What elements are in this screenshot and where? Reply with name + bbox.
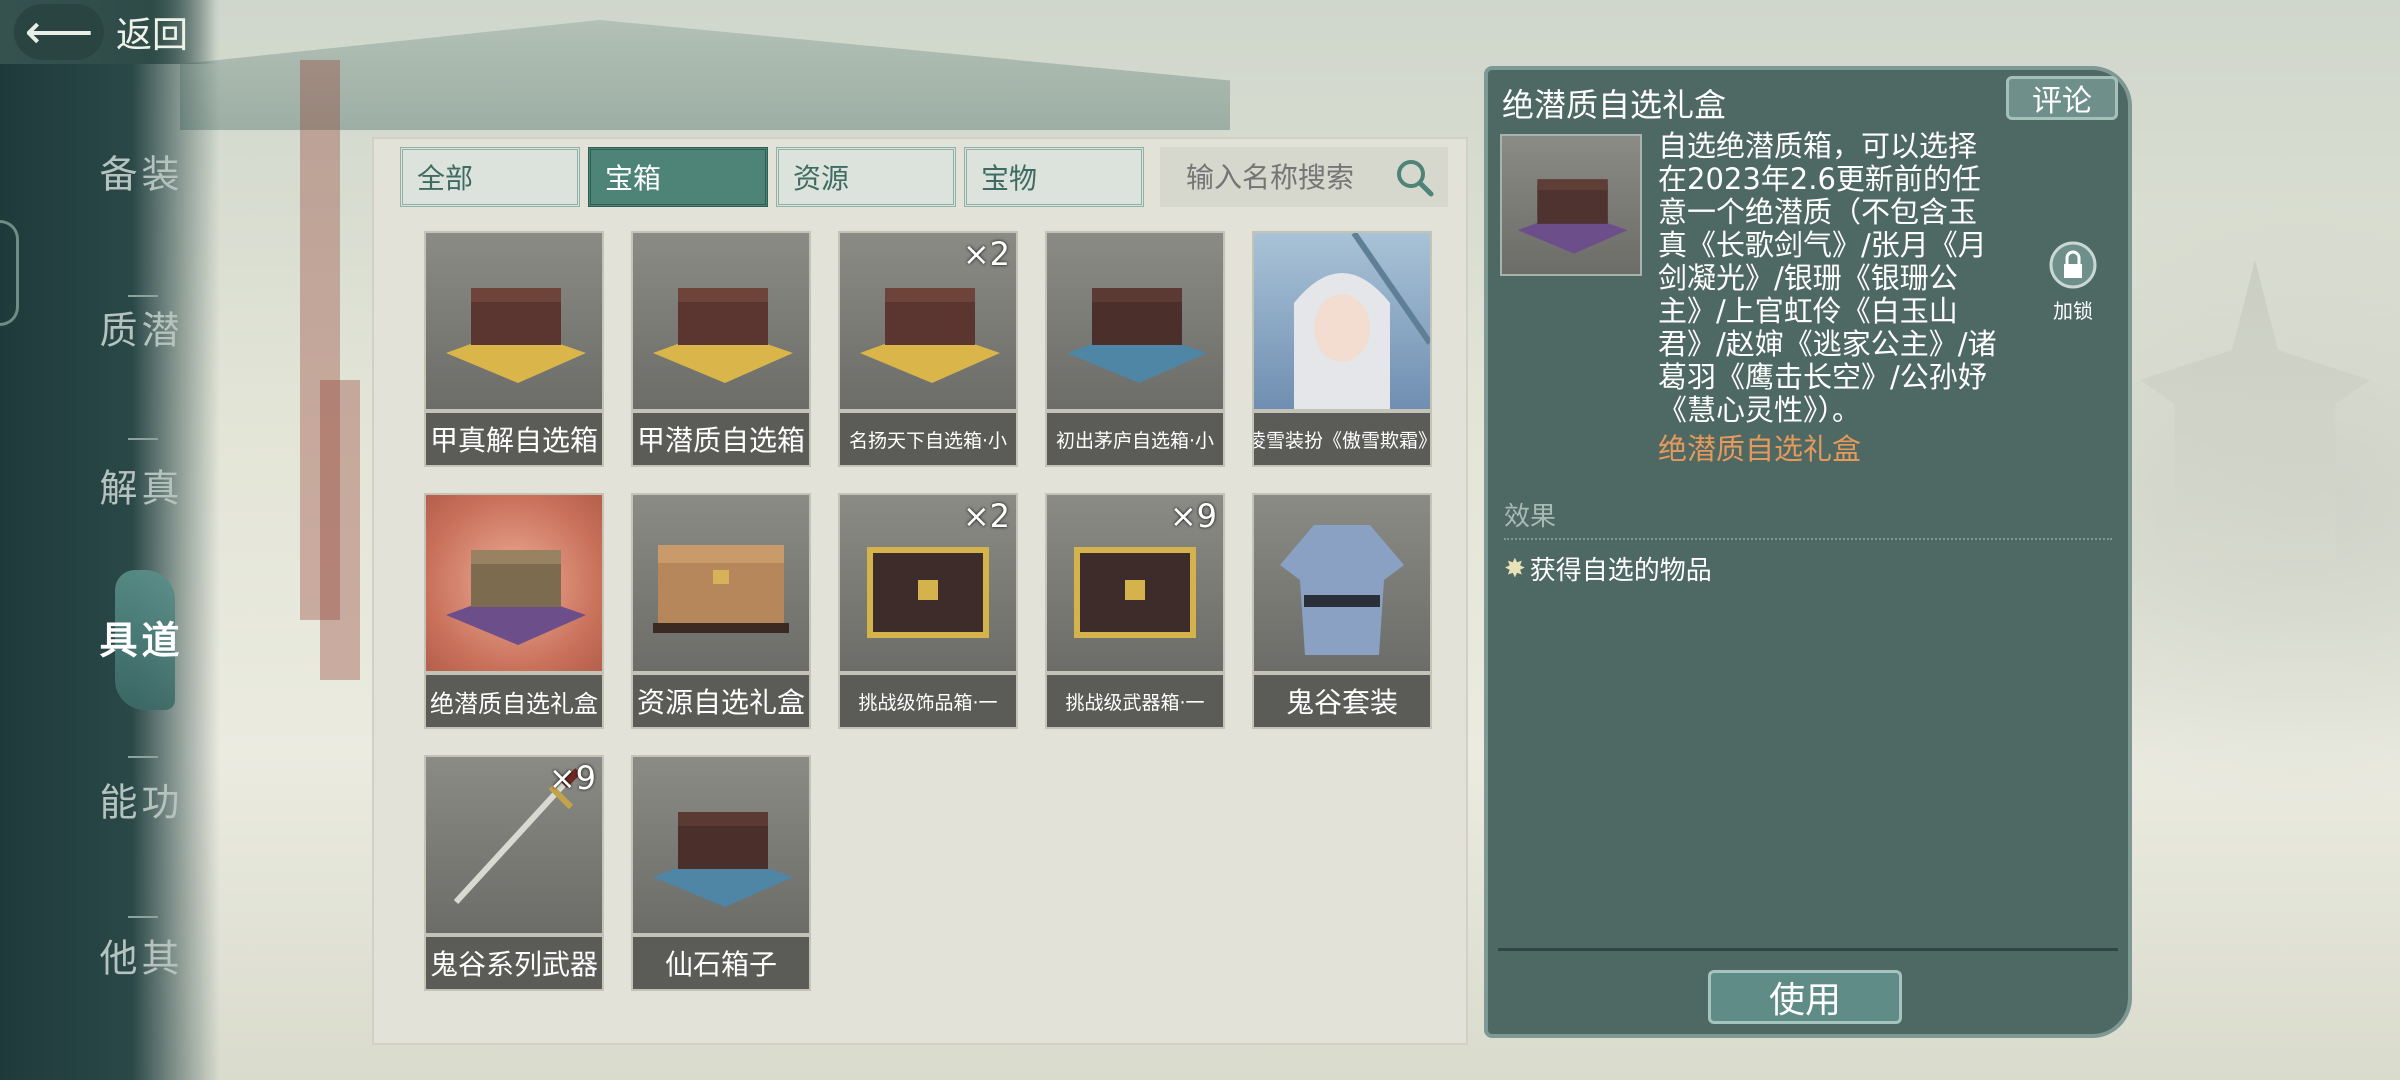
item-source-link[interactable]: 绝潜质自选礼盒 [1658,426,1861,468]
divider [128,438,158,440]
purple-cloth-gift-box-icon [424,493,604,673]
quantity-badge: ×9 [548,759,596,797]
item-card[interactable]: ×2 挑战级饰品箱·一 [838,493,1018,743]
item-name: 资源自选礼盒 [631,673,811,729]
item-card[interactable]: ×9 挑战级武器箱·一 [1045,493,1225,743]
use-button[interactable]: 使用 [1708,970,1902,1024]
item-name: 甲潜质自选箱 [631,411,811,467]
item-name: 绝潜质自选礼盒 [424,673,604,729]
item-card[interactable]: 资源自选礼盒 [631,493,811,743]
gold-cloth-chest-icon [424,231,604,411]
item-name: 名扬天下自选箱·小 [838,411,1018,467]
inventory-panel: 全部 宝箱 资源 宝物 甲真解自选箱 甲潜质自选箱 ×2 名扬天下自选箱·小 初… [372,137,1468,1045]
lock-toggle[interactable]: 加锁 [2038,240,2108,324]
item-card[interactable]: 甲真解自选箱 [424,231,604,481]
effect-text: 获得自选的物品 [1529,556,1712,586]
item-card[interactable]: 仙石箱子 [631,755,811,1005]
divider [128,756,158,758]
blue-cloth-chest-icon [631,755,811,935]
effect-row: ✸ 获得自选的物品 [1504,550,1712,587]
item-name: 凌雪装扮《傲雪欺霜》 [1252,411,1432,467]
divider [128,295,158,297]
lock-label: 加锁 [2053,299,2093,323]
item-description: 自选绝潜质箱，可以选择在2023年2.6更新前的任意一个绝潜质（不包含玉真《长歌… [1658,129,1997,427]
quantity-badge: ×2 [962,235,1010,273]
item-name: 挑战级武器箱·一 [1045,673,1225,729]
item-card[interactable]: 甲潜质自选箱 [631,231,811,481]
side-item-equipment[interactable]: 装备 [93,154,179,192]
divider [1498,948,2118,951]
quantity-badge: ×9 [1169,497,1217,535]
item-card[interactable]: ×2 名扬天下自选箱·小 [838,231,1018,481]
search-input[interactable] [1184,159,1388,195]
lock-icon [2049,241,2097,289]
item-name: 挑战级饰品箱·一 [838,673,1018,729]
item-detail-panel: 绝潜质自选礼盒 评论 自选绝潜质箱，可以选择在2023年2.6更新前的任意一个绝… [1484,66,2132,1038]
item-card[interactable]: ×9 鬼谷系列武器 [424,755,604,1005]
sparkle-icon: ✸ [1504,553,1526,584]
item-card[interactable]: 凌雪装扮《傲雪欺霜》 [1252,231,1433,481]
item-name: 鬼谷系列武器 [424,935,604,991]
side-item-potential[interactable]: 潜质 [93,310,179,348]
item-card-selected[interactable]: 绝潜质自选礼盒 [424,493,604,743]
robe-icon [1252,493,1432,673]
tab-chest[interactable]: 宝箱 [588,147,768,207]
detail-title: 绝潜质自选礼盒 [1502,86,1727,124]
item-name: 甲真解自选箱 [424,411,604,467]
character-portrait-icon [1252,231,1433,411]
side-item-function[interactable]: 功能 [93,782,179,820]
purple-cloth-gift-box-icon [1500,134,1642,276]
divider [128,916,158,918]
divider [1504,538,2112,540]
side-item-other[interactable]: 其他 [93,938,179,976]
item-name: 仙石箱子 [631,935,811,991]
tab-treasure[interactable]: 宝物 [964,147,1144,207]
back-label[interactable]: 返回 [116,6,188,58]
back-bar: ⟵ 返回 [0,0,215,64]
back-arrow-icon[interactable]: ⟵ [14,4,104,60]
item-card[interactable]: 鬼谷套装 [1252,493,1432,743]
comment-button[interactable]: 评论 [2006,76,2118,120]
item-name: 初出茅庐自选箱·小 [1045,411,1225,467]
item-card[interactable]: 初出茅庐自选箱·小 [1045,231,1225,481]
tab-all[interactable]: 全部 [400,147,580,207]
gold-cloth-chest-icon [631,231,811,411]
wooden-chest-icon [631,493,811,673]
effect-label: 效果 [1504,502,1557,532]
blue-cloth-chest-icon [1045,231,1225,411]
side-item-props[interactable]: 道具 [93,620,179,658]
edge-ornament [0,220,19,326]
quantity-badge: ×2 [962,497,1010,535]
search-icon[interactable] [1394,157,1434,197]
search-box [1160,147,1448,207]
pillar-decoration [320,380,360,680]
side-item-true-solution[interactable]: 真解 [93,468,179,506]
item-name: 鬼谷套装 [1252,673,1432,729]
tab-resource[interactable]: 资源 [776,147,956,207]
